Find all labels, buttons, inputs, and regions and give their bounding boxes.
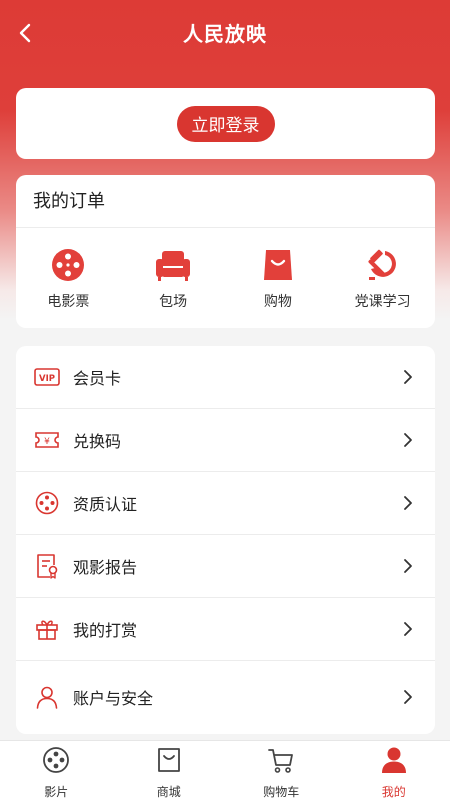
chevron-right-icon	[404, 622, 412, 636]
chevron-right-icon	[404, 433, 412, 447]
tab-cart[interactable]: 购物车	[225, 741, 338, 800]
settings-menu: VIP 会员卡 ¥ 兑换码 资质认证 观影报告 我的打赏 账户与安全	[16, 346, 435, 734]
order-item-label: 包场	[159, 293, 188, 309]
page-title: 人民放映	[183, 23, 267, 46]
cart-icon	[266, 745, 296, 774]
person-filled-icon	[379, 745, 409, 774]
order-item-shopping[interactable]: 购物	[226, 228, 331, 328]
order-item-label: 购物	[263, 293, 292, 309]
top-bar: 人民放映	[0, 0, 450, 64]
chevron-right-icon	[404, 559, 412, 573]
tab-mall[interactable]: 商城	[113, 741, 226, 800]
tab-label: 影片	[44, 785, 69, 799]
report-certificate-icon	[34, 553, 60, 579]
svg-text:VIP: VIP	[39, 374, 55, 384]
svg-text:¥: ¥	[44, 437, 50, 447]
login-card: 立即登录	[16, 88, 435, 159]
vip-card-icon: VIP	[34, 364, 60, 390]
order-item-label: 党课学习	[354, 293, 411, 309]
chevron-right-icon	[404, 689, 412, 704]
bottom-tab-bar: 影片 商城 购物车 我的	[0, 740, 450, 800]
menu-item-label: 账户与安全	[73, 690, 154, 708]
menu-item-account-security[interactable]: 账户与安全	[16, 661, 435, 732]
film-reel-outline-icon	[34, 490, 60, 516]
chevron-right-icon	[404, 496, 412, 510]
login-button[interactable]: 立即登录	[176, 105, 275, 142]
tab-mine[interactable]: 我的	[338, 741, 450, 800]
tab-label: 我的	[381, 785, 406, 799]
order-item-private-screening[interactable]: 包场	[121, 228, 226, 328]
menu-item-viewing-report[interactable]: 观影报告	[16, 535, 435, 598]
film-reel-icon	[48, 245, 88, 285]
order-item-label: 电影票	[47, 293, 90, 309]
tab-label: 商城	[156, 785, 181, 799]
chevron-right-icon	[404, 370, 412, 384]
tab-films[interactable]: 影片	[0, 741, 113, 800]
orders-title: 我的订单	[16, 175, 435, 228]
shopping-bag-tab-icon	[154, 745, 184, 774]
ticket-yen-icon: ¥	[34, 427, 60, 453]
menu-item-label: 资质认证	[73, 497, 138, 514]
gift-icon	[34, 616, 60, 642]
sofa-icon	[153, 245, 193, 285]
menu-item-label: 会员卡	[73, 371, 122, 388]
menu-item-qualification[interactable]: 资质认证	[16, 472, 435, 535]
shopping-bag-icon	[258, 245, 298, 285]
menu-item-label: 观影报告	[73, 560, 138, 577]
film-reel-tab-icon	[41, 745, 71, 774]
menu-item-redeem-code[interactable]: ¥ 兑换码	[16, 409, 435, 472]
chevron-left-icon	[19, 23, 31, 43]
tab-label: 购物车	[263, 785, 300, 799]
menu-item-label: 我的打赏	[73, 623, 138, 640]
order-item-party-lessons[interactable]: 党课学习	[330, 228, 435, 328]
hammer-sickle-icon	[363, 245, 403, 285]
menu-item-label: 兑换码	[73, 434, 122, 451]
menu-item-my-tips[interactable]: 我的打赏	[16, 598, 435, 661]
menu-item-vip-card[interactable]: VIP 会员卡	[16, 346, 435, 409]
user-icon	[34, 684, 60, 710]
order-item-movie-tickets[interactable]: 电影票	[16, 228, 121, 328]
back-button[interactable]	[10, 18, 40, 48]
my-orders-card: 我的订单 电影票 包场 购物 党课学习	[16, 175, 435, 328]
